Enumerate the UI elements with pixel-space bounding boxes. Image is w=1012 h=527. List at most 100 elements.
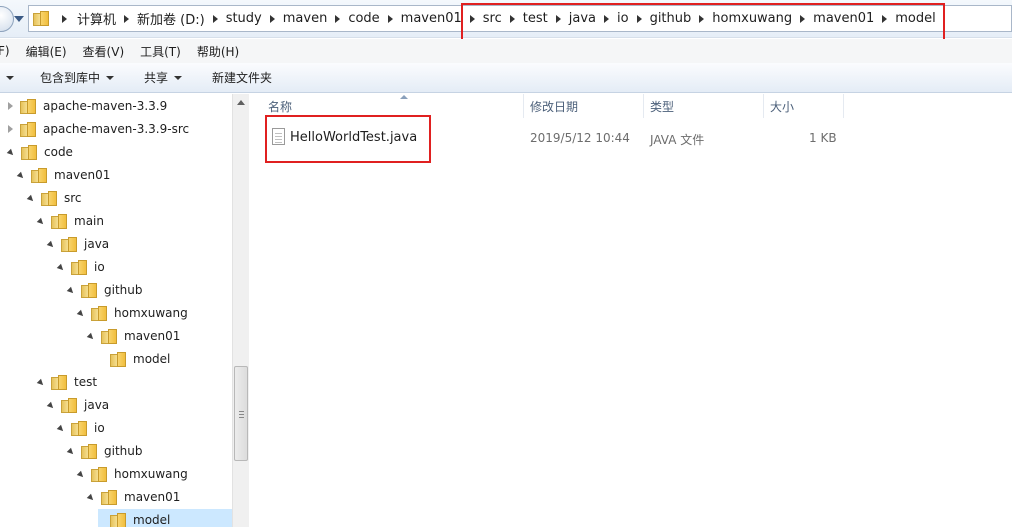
tree-item[interactable]: apache-maven-3.3.9-src	[8, 118, 189, 140]
menu-item[interactable]: 查看(V)	[83, 43, 125, 60]
breadcrumb-separator-icon[interactable]	[124, 14, 130, 23]
file-icon	[272, 128, 285, 145]
tree-item[interactable]: src	[26, 187, 82, 209]
new-folder-button[interactable]: 新建文件夹	[212, 69, 272, 86]
breadcrumb-item[interactable]: github	[629, 11, 691, 26]
folder-icon	[41, 190, 58, 206]
breadcrumb-separator-icon[interactable]	[699, 14, 705, 23]
recent-pages-dropdown-icon[interactable]	[14, 16, 24, 22]
tree-item[interactable]: io	[56, 256, 105, 278]
collapse-arrow-icon[interactable]	[36, 217, 46, 227]
collapse-arrow-icon[interactable]	[76, 470, 86, 480]
tree-item[interactable]: github	[66, 440, 142, 462]
tree-item[interactable]: main	[36, 210, 104, 232]
collapse-arrow-icon[interactable]	[86, 332, 96, 342]
breadcrumb-item[interactable]: code	[327, 11, 380, 26]
folder-icon	[71, 259, 88, 275]
tree-item[interactable]: apache-maven-3.3.9	[8, 95, 167, 117]
tree-item[interactable]: test	[36, 371, 97, 393]
scrollbar-thumb[interactable]	[234, 366, 248, 461]
column-header-type[interactable]: 类型	[644, 94, 764, 118]
breadcrumb-item[interactable]: java	[548, 11, 596, 26]
column-header-size[interactable]: 大小	[764, 94, 844, 118]
command-toolbar: 包含到库中 共享 新建文件夹	[0, 63, 1012, 93]
breadcrumb-separator-icon[interactable]	[636, 14, 642, 23]
collapse-arrow-icon[interactable]	[56, 263, 66, 273]
collapse-arrow-icon[interactable]	[46, 401, 56, 411]
breadcrumb-separator-icon[interactable]	[335, 14, 341, 23]
expand-arrow-icon[interactable]	[8, 125, 13, 133]
column-header-modified[interactable]: 修改日期	[524, 94, 644, 118]
breadcrumb-separator-icon[interactable]	[269, 14, 275, 23]
breadcrumb-item[interactable]: 新加卷 (D:)	[116, 9, 205, 28]
menu-item[interactable]: 工具(T)	[140, 43, 181, 60]
scroll-up-arrow-icon[interactable]	[237, 100, 245, 105]
collapse-arrow-icon[interactable]	[66, 286, 76, 296]
tree-item[interactable]: homxuwang	[76, 302, 188, 324]
breadcrumb-separator-icon[interactable]	[387, 14, 393, 23]
folder-icon	[33, 11, 50, 26]
tree-item[interactable]: code	[6, 141, 73, 163]
file-row[interactable]: HelloWorldTest.java 2019/5/12 10:44 JAVA…	[266, 124, 996, 152]
toolbar-overflow-arrow[interactable]	[6, 75, 14, 80]
breadcrumb-item[interactable]: test	[502, 11, 548, 26]
folder-icon	[110, 351, 127, 367]
file-type: JAVA 文件	[650, 133, 705, 147]
breadcrumb-separator-icon[interactable]	[800, 14, 806, 23]
tree-item[interactable]: model	[98, 509, 232, 527]
address-bar-row: 计算机 新加卷 (D:) study maven code maven01 src test j…	[0, 0, 1012, 38]
breadcrumb-item[interactable]: io	[596, 11, 629, 26]
collapse-arrow-icon[interactable]	[66, 447, 76, 457]
share-button[interactable]: 共享	[144, 69, 183, 86]
tree-item[interactable]: homxuwang	[76, 463, 188, 485]
collapse-arrow-icon[interactable]	[56, 424, 66, 434]
breadcrumb-separator-icon[interactable]	[555, 14, 561, 23]
breadcrumb-item[interactable]: study	[205, 11, 262, 26]
breadcrumb-separator-icon[interactable]	[212, 14, 218, 23]
breadcrumb-separator-icon[interactable]	[509, 14, 515, 23]
folder-icon	[20, 98, 37, 114]
collapse-arrow-icon[interactable]	[36, 378, 46, 388]
include-in-library-button[interactable]: 包含到库中	[40, 69, 115, 86]
collapse-arrow-icon[interactable]	[6, 148, 16, 158]
chevron-down-icon	[106, 75, 115, 80]
tree-item[interactable]: io	[56, 417, 105, 439]
breadcrumb-separator-icon[interactable]	[882, 14, 888, 23]
column-header-name[interactable]: 名称	[262, 94, 524, 118]
breadcrumb-item[interactable]: 计算机	[56, 9, 116, 28]
tree-item[interactable]: java	[46, 233, 109, 255]
file-list: 名称 修改日期 类型 大小 HelloWorldTest.java 2019/5…	[250, 94, 1012, 527]
tree-item[interactable]: model	[98, 348, 170, 370]
collapse-arrow-icon[interactable]	[76, 309, 86, 319]
folder-icon	[51, 374, 68, 390]
tree-item[interactable]: maven01	[16, 164, 110, 186]
breadcrumb-item[interactable]: model	[874, 11, 936, 26]
breadcrumb-item[interactable]: maven01	[792, 11, 874, 26]
folder-icon	[61, 397, 78, 413]
navigation-tree: apache-maven-3.3.9 apache-maven-3.3.9-src…	[0, 94, 232, 527]
tree-item[interactable]: maven01	[86, 325, 180, 347]
address-bar[interactable]: 计算机 新加卷 (D:) study maven code maven01 src test j…	[28, 5, 1012, 32]
file-size: 1 KB	[809, 131, 837, 145]
breadcrumb-item[interactable]: src	[462, 11, 502, 26]
tree-item[interactable]: github	[66, 279, 142, 301]
expand-arrow-icon[interactable]	[8, 102, 13, 110]
folder-icon	[21, 144, 38, 160]
menu-item[interactable]: F)	[0, 44, 10, 58]
breadcrumb-item[interactable]: homxuwang	[691, 11, 792, 26]
tree-scrollbar[interactable]	[232, 94, 249, 527]
breadcrumb-item[interactable]: maven	[262, 11, 327, 26]
tree-item[interactable]: maven01	[86, 486, 180, 508]
collapse-arrow-icon[interactable]	[26, 194, 36, 204]
breadcrumb-item[interactable]: maven01	[380, 11, 462, 26]
menu-item[interactable]: 帮助(H)	[197, 43, 239, 60]
breadcrumb-separator-icon[interactable]	[603, 14, 609, 23]
menu-item[interactable]: 编辑(E)	[26, 43, 67, 60]
back-button[interactable]	[0, 6, 14, 32]
breadcrumb-separator-icon[interactable]	[62, 14, 67, 23]
collapse-arrow-icon[interactable]	[86, 493, 96, 503]
collapse-arrow-icon[interactable]	[46, 240, 56, 250]
tree-item[interactable]: java	[46, 394, 109, 416]
breadcrumb-separator-icon[interactable]	[469, 14, 475, 23]
collapse-arrow-icon[interactable]	[16, 171, 26, 181]
